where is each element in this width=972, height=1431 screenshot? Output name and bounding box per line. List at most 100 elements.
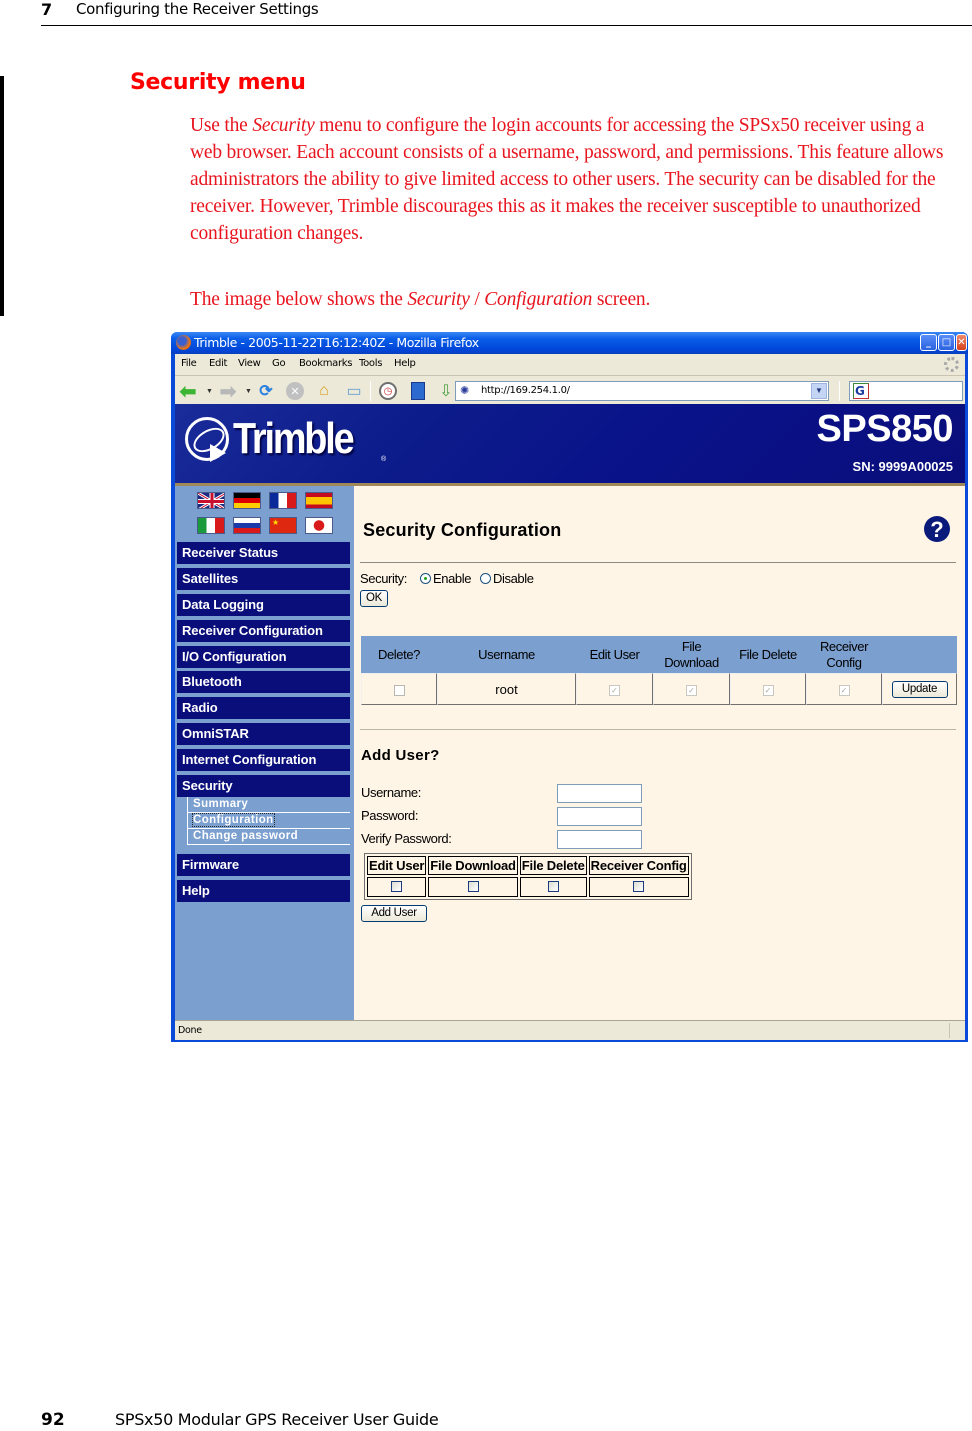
close-button[interactable]: ✕ [956,334,967,351]
text-run: The image below shows the [190,289,408,310]
perm-cell [428,877,518,897]
page-number: 92 [41,1410,65,1430]
flag-france-icon[interactable] [269,492,297,509]
nav-firmware[interactable]: Firmware [177,854,350,876]
menu-go[interactable]: Go [272,358,286,369]
window-titlebar: Trimble - 2005-11-22T16:12:40Z - Mozilla… [171,332,968,354]
perm-file-download-checkbox[interactable] [467,881,479,893]
menu-view[interactable]: View [238,358,261,369]
radio-disable[interactable] [480,573,491,584]
menu-bookmarks[interactable]: Bookmarks [299,358,352,369]
navigation-toolbar: ⬅ ▼ ➡ ▼ ⟳ ✕ ⌂ ▭ ◷ ⇩ ✺ http://169.254.1.0… [175,377,965,404]
url-dropdown-icon[interactable]: ▼ [811,383,827,399]
cell-file-download: ✓ [653,673,730,705]
menu-file[interactable]: File [181,358,197,369]
new-tab-icon[interactable]: ▭ [343,380,365,402]
radio-enable[interactable] [420,573,431,584]
back-icon[interactable]: ⬅ [177,380,199,403]
help-icon[interactable]: ? [924,516,950,542]
nav-radio[interactable]: Radio [177,697,350,719]
sidebar: ★ Receiver Status Satellites Data Loggin… [175,486,354,1020]
perm-cell [367,877,427,897]
trimble-banner: Trimble ® SPS850 SN: 9999A00025 [175,404,965,486]
ok-button[interactable]: OK [360,590,388,607]
cell-receiver-config: ✓ [806,673,882,705]
flag-spain-icon[interactable] [305,492,333,509]
perm-cell [519,877,587,897]
perm-receiver-config-checkbox[interactable] [633,881,645,893]
trimble-globe-icon [185,417,229,462]
nav-io-configuration[interactable]: I/O Configuration [177,646,350,668]
perm-file-delete-checkbox[interactable] [547,881,559,893]
subnav-summary[interactable]: Summary [188,797,350,813]
divider [360,562,956,563]
perm-edit-user-checkbox[interactable] [391,881,403,893]
flag-china-icon[interactable]: ★ [269,517,297,534]
nav-receiver-configuration[interactable]: Receiver Configuration [177,620,350,642]
flag-russia-icon[interactable] [233,517,261,534]
toolbar-separator [839,381,840,401]
flag-germany-icon[interactable] [233,492,261,509]
edit-user-checkbox: ✓ [609,684,620,696]
flag-uk-icon[interactable] [197,492,225,509]
receiver-config-checkbox: ✓ [838,684,850,696]
col-file-download: File Download [653,636,730,673]
reload-icon[interactable]: ⟳ [255,380,277,402]
cell-file-delete: ✓ [730,673,806,705]
nav-internet-configuration[interactable]: Internet Configuration [177,749,350,771]
forward-dropdown-icon[interactable]: ▼ [245,388,252,395]
verify-password-label: Verify Password: [361,831,452,846]
add-user-button[interactable]: Add User [361,905,427,922]
nav-omnistar[interactable]: OmniSTAR [177,723,350,745]
delete-checkbox[interactable] [393,684,405,696]
status-text: Done [178,1025,202,1036]
nav-help[interactable]: Help [177,880,350,902]
new-user-permissions-table: Edit User File Download File Delete Rece… [364,853,692,900]
perm-receiver-config-header: Receiver Config [588,856,689,875]
search-bar[interactable]: G [849,381,963,401]
history-button[interactable]: ◷ [377,380,399,402]
password-input[interactable] [557,807,642,826]
nav-security[interactable]: Security [177,775,350,797]
text-run: / [469,289,485,310]
text-run: Use the [190,115,253,136]
home-icon[interactable]: ⌂ [313,380,335,402]
radio-enable-label[interactable]: Enable [433,571,471,586]
menu-tools[interactable]: Tools [359,358,382,369]
resize-grip-icon[interactable] [949,1023,963,1038]
file-delete-checkbox: ✓ [762,684,774,696]
figure-caption-paragraph: The image below shows the Security / Con… [190,286,960,313]
update-button[interactable]: Update [891,681,948,698]
download-icon[interactable]: ⇩ [435,380,457,402]
throbber-icon [944,357,959,372]
permissions-header: Edit User File Download File Delete Rece… [367,856,689,875]
back-dropdown-icon[interactable]: ▼ [206,388,213,395]
serial-number: SN: 9999A00025 [852,459,953,474]
username-input[interactable] [557,784,642,803]
perm-file-download-header: File Download [428,856,518,875]
text-run: screen. [592,289,651,310]
subnav-configuration[interactable]: Configuration [188,813,350,829]
stop-button[interactable]: ✕ [284,380,306,402]
nav-data-logging[interactable]: Data Logging [177,594,350,616]
verify-password-input[interactable] [557,830,642,849]
security-label: Security: [360,571,407,586]
address-bar[interactable]: ✺ http://169.254.1.0/ ▼ [455,381,829,401]
security-submenu: Summary Configuration Change password [187,797,350,845]
menu-help[interactable]: Help [394,358,416,369]
maximize-button[interactable]: □ [938,334,955,351]
bookmarks-icon [411,382,425,400]
bookmarks-button[interactable] [407,380,429,402]
subnav-change-password[interactable]: Change password [188,829,350,845]
nav-satellites[interactable]: Satellites [177,568,350,590]
minimize-button[interactable]: _ [920,334,937,351]
forward-icon[interactable]: ➡ [217,380,239,403]
flag-italy-icon[interactable] [197,517,225,534]
nav-receiver-status[interactable]: Receiver Status [177,542,350,564]
menu-edit[interactable]: Edit [209,358,227,369]
search-engine-icon[interactable]: G [853,383,869,399]
flag-japan-icon[interactable] [305,517,333,534]
nav-bluetooth[interactable]: Bluetooth [177,671,350,693]
radio-disable-label[interactable]: Disable [493,571,534,586]
window-title: Trimble - 2005-11-22T16:12:40Z - Mozilla… [194,335,479,350]
